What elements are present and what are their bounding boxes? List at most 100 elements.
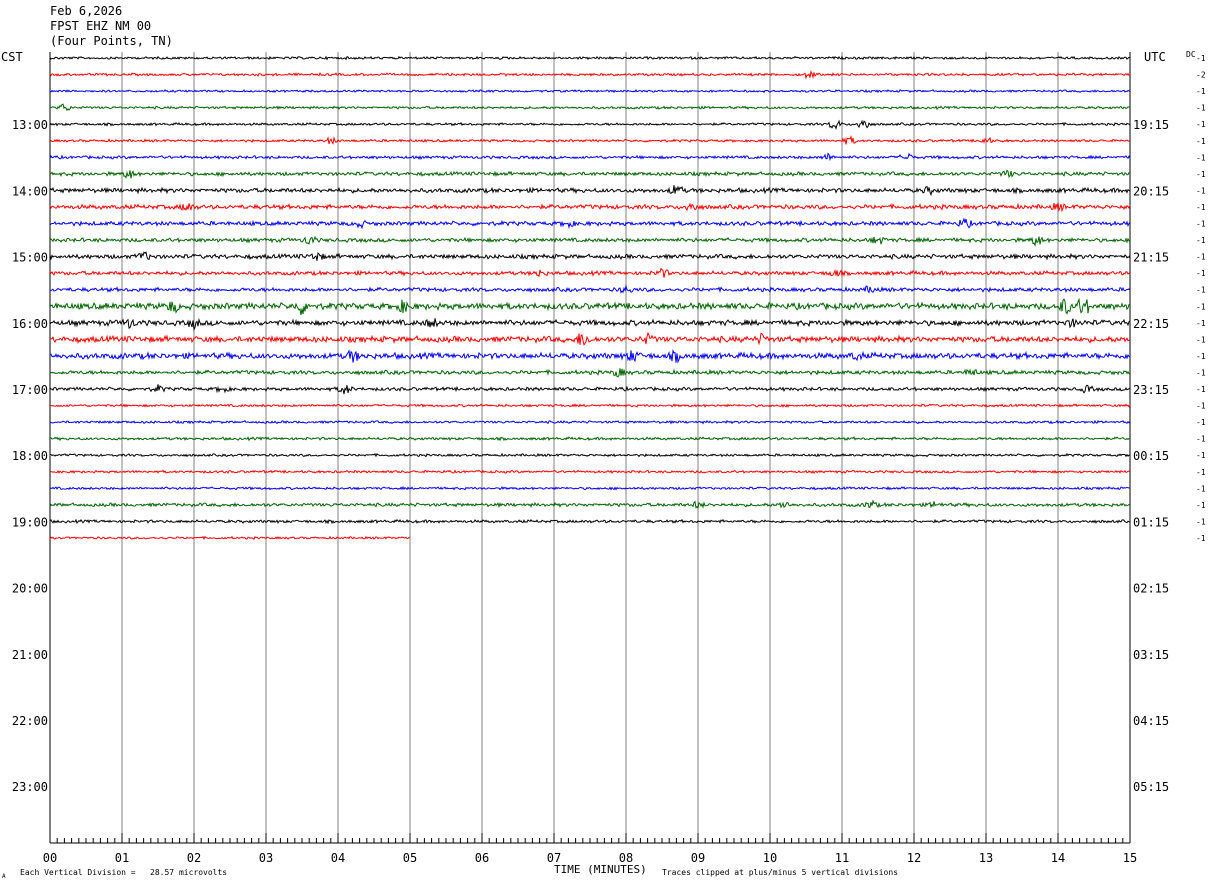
trace-dc-offset-label: -1 — [1196, 120, 1206, 129]
seismic-trace — [49, 436, 1131, 442]
seismic-trace — [49, 217, 1131, 230]
right-hour-label: 01:15 — [1133, 515, 1169, 529]
right-hour-label: 03:15 — [1133, 648, 1169, 662]
left-hour-label: 16:00 — [12, 317, 48, 331]
seismic-trace — [49, 169, 1131, 179]
seismic-trace — [49, 152, 1131, 162]
trace-dc-offset-label: -1 — [1196, 402, 1206, 411]
vertical-division-note: Each Vertical Division = 28.57 microvolt… — [20, 868, 228, 877]
seismic-trace — [49, 103, 1131, 111]
trace-dc-offset-label: -1 — [1196, 186, 1206, 195]
trace-dc-offset-label: -1 — [1196, 484, 1206, 493]
x-axis-title: TIME (MINUTES) — [554, 863, 647, 876]
trace-dc-offset-label: -1 — [1196, 319, 1206, 328]
seismic-trace — [49, 499, 1131, 510]
seismic-trace — [49, 267, 1131, 278]
right-hour-label: 22:15 — [1133, 317, 1169, 331]
x-tick-label: 14 — [1051, 851, 1065, 865]
trace-dc-offset-label: -1 — [1196, 517, 1206, 526]
right-hour-label: 23:15 — [1133, 383, 1169, 397]
seismic-trace — [49, 185, 1131, 197]
trace-dc-offset-label: -1 — [1196, 54, 1206, 63]
seismic-trace — [49, 535, 411, 540]
trace-dc-offset-label: -1 — [1196, 220, 1206, 229]
left-hour-label: 17:00 — [12, 383, 48, 397]
trace-dc-offset-label: -1 — [1196, 385, 1206, 394]
left-hour-label: 13:00 — [12, 118, 48, 132]
seismic-trace — [49, 297, 1131, 316]
seismic-trace — [49, 518, 1131, 525]
x-tick-label: 13 — [979, 851, 993, 865]
trace-dc-offset-label: -1 — [1196, 418, 1206, 427]
trace-dc-offset-label: -1 — [1196, 368, 1206, 377]
seismic-trace — [49, 119, 1131, 131]
x-tick-label: 05 — [403, 851, 417, 865]
trace-dc-offset-label: -1 — [1196, 87, 1206, 96]
trace-dc-offset-label: -1 — [1196, 501, 1206, 510]
seismic-trace — [49, 135, 1131, 145]
clip-note: Traces clipped at plus/minus 5 vertical … — [662, 868, 899, 877]
seismic-trace — [49, 284, 1131, 294]
corner-mark: A — [2, 873, 6, 880]
right-hour-label: 02:15 — [1133, 582, 1169, 596]
trace-dc-offset-label: -1 — [1196, 170, 1206, 179]
seismic-trace — [49, 469, 1131, 475]
trace-dc-offset-label: -2 — [1196, 71, 1206, 80]
x-tick-label: 15 — [1123, 851, 1137, 865]
right-hour-label: 05:15 — [1133, 780, 1169, 794]
x-tick-label: 04 — [331, 851, 345, 865]
x-tick-label: 01 — [115, 851, 129, 865]
left-hour-label: 20:00 — [12, 582, 48, 596]
left-hour-label: 15:00 — [12, 251, 48, 265]
seismic-trace — [49, 384, 1131, 395]
trace-dc-offset-label: -1 — [1196, 153, 1206, 162]
left-hour-label: 21:00 — [12, 648, 48, 662]
trace-dc-offset-label: -1 — [1196, 468, 1206, 477]
left-hour-label: 18:00 — [12, 449, 48, 463]
seismic-trace — [49, 251, 1131, 261]
seismic-trace — [49, 403, 1131, 408]
right-hour-label: 21:15 — [1133, 251, 1169, 265]
trace-dc-offset-label: -1 — [1196, 137, 1206, 146]
seismic-trace — [49, 202, 1131, 213]
trace-dc-offset-label: -1 — [1196, 451, 1206, 460]
x-tick-label: 10 — [763, 851, 777, 865]
trace-dc-offset-label: -1 — [1196, 236, 1206, 245]
seismic-trace — [49, 419, 1131, 425]
x-tick-label: 02 — [187, 851, 201, 865]
x-tick-label: 06 — [475, 851, 489, 865]
seismic-trace — [49, 236, 1131, 247]
trace-dc-offset-label: -1 — [1196, 302, 1206, 311]
left-hour-label: 14:00 — [12, 184, 48, 198]
trace-dc-offset-label: -1 — [1196, 335, 1206, 344]
left-hour-label: 23:00 — [12, 780, 48, 794]
right-hour-label: 19:15 — [1133, 118, 1169, 132]
seismic-trace — [49, 89, 1131, 94]
seismic-trace — [49, 485, 1131, 491]
x-tick-label: 11 — [835, 851, 849, 865]
trace-dc-offset-label: -1 — [1196, 269, 1206, 278]
trace-dc-offset-label: -1 — [1196, 104, 1206, 113]
seismic-trace — [49, 70, 1131, 80]
seismic-trace — [49, 368, 1131, 378]
x-tick-label: 03 — [259, 851, 273, 865]
right-hour-label: 20:15 — [1133, 184, 1169, 198]
seismic-trace — [49, 452, 1131, 458]
x-tick-label: 12 — [907, 851, 921, 865]
seismic-trace — [49, 331, 1131, 346]
trace-dc-offset-label: -1 — [1196, 352, 1206, 361]
trace-dc-offset-label: -1 — [1196, 253, 1206, 262]
left-hour-label: 22:00 — [12, 714, 48, 728]
x-tick-label: 00 — [43, 851, 57, 865]
trace-dc-offset-label: -1 — [1196, 435, 1206, 444]
x-tick-label: 09 — [691, 851, 705, 865]
right-hour-label: 00:15 — [1133, 449, 1169, 463]
seismogram-plot: 00 01 02 03 04 05 06 07 08 09 10 11 12 13 14 1513:0014:… — [12, 52, 1206, 865]
trace-dc-offset-label: -1 — [1196, 203, 1206, 212]
seismic-trace — [49, 317, 1131, 332]
left-hour-label: 19:00 — [12, 515, 48, 529]
right-hour-label: 04:15 — [1133, 714, 1169, 728]
trace-dc-offset-label: -1 — [1196, 534, 1206, 543]
seismic-trace — [49, 55, 1131, 61]
trace-dc-offset-label: -1 — [1196, 286, 1206, 295]
